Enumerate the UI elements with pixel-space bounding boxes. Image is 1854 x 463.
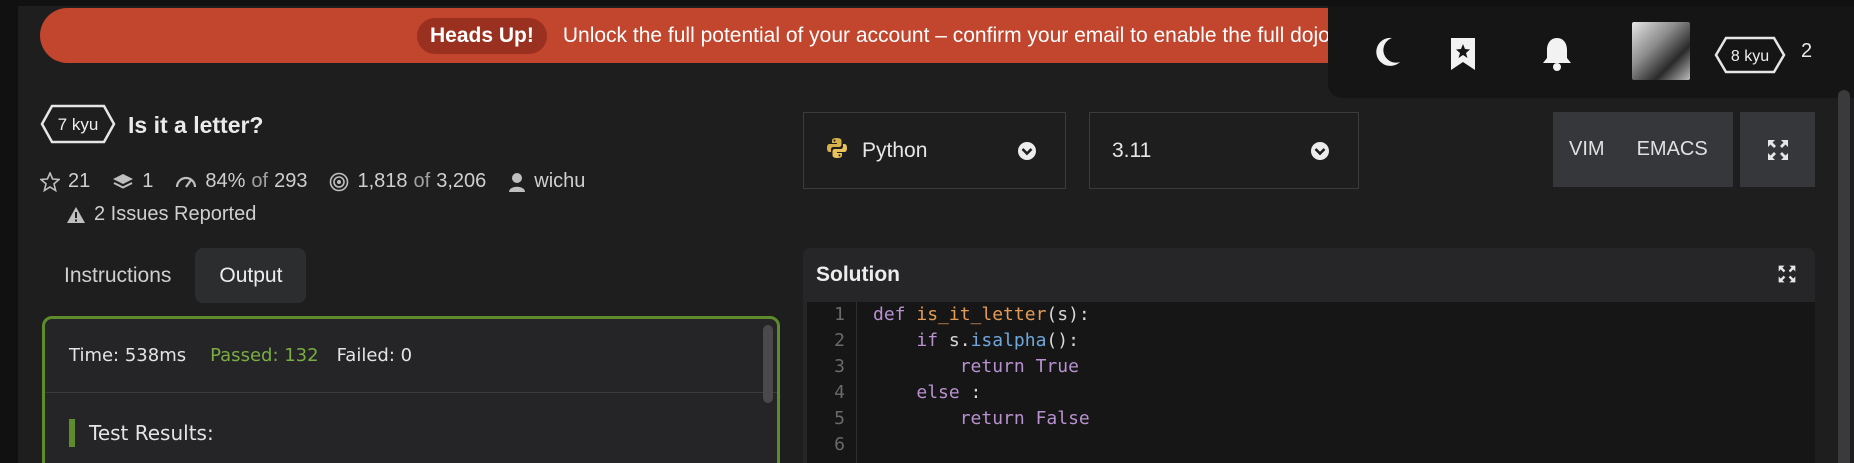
code-line[interactable]: else : [873, 380, 981, 406]
line-number: 3 [834, 356, 845, 377]
page-scrollbar[interactable] [1838, 90, 1850, 463]
editor-mode-group: VIM EMACS [1553, 112, 1733, 187]
vim-mode-button[interactable]: VIM [1553, 138, 1621, 161]
issues-reported[interactable]: 2 Issues Reported [66, 203, 256, 226]
kata-tabs: Instructions Output [40, 248, 307, 303]
layers-icon [113, 173, 134, 189]
output-panel: Time: 538ms Passed: 132 Failed: 0 Test R… [42, 316, 780, 463]
collections-stat[interactable]: 1 [112, 170, 153, 193]
passed-count: Passed: 132 [210, 345, 319, 366]
tab-instructions[interactable]: Instructions [40, 248, 195, 303]
version-select[interactable]: 3.11 [1089, 112, 1359, 189]
left-edge [0, 0, 18, 463]
user-icon [509, 172, 526, 192]
author-stat[interactable]: wichu [508, 170, 585, 193]
collections-count: 1 [142, 170, 154, 192]
completed-count: 1,818 [357, 170, 408, 192]
kata-title: Is it a letter? [128, 112, 264, 138]
kata-stats: 21 1 84% of 293 1,818 of 3,206 wichu [40, 170, 607, 193]
chevron-down-icon [1310, 141, 1330, 167]
target-icon [330, 172, 349, 191]
line-number: 1 [834, 304, 845, 325]
tab-output[interactable]: Output [195, 248, 307, 303]
completed-of: of [413, 170, 431, 192]
solution-title: Solution [816, 263, 900, 286]
test-results-heading[interactable]: Test Results: [69, 419, 214, 447]
results-status-bar [69, 419, 75, 447]
code-line[interactable]: if s.isalpha(): [873, 328, 1079, 354]
language-value: Python [862, 138, 928, 162]
line-number: 5 [834, 408, 845, 429]
user-rank-text: 8 kyu [1731, 48, 1769, 65]
output-scrollbar[interactable] [763, 325, 773, 403]
version-value: 3.11 [1112, 138, 1152, 162]
emacs-mode-button[interactable]: EMACS [1621, 138, 1724, 161]
email-confirm-banner: Heads Up! Unlock the full potential of y… [40, 8, 1440, 63]
test-summary: Time: 538ms Passed: 132 Failed: 0 [45, 319, 777, 393]
satisfaction-stat: 84% of 293 [175, 170, 307, 193]
chevron-down-icon [1017, 141, 1037, 167]
satisfaction-votes: 293 [274, 170, 308, 192]
completed-total: 3,206 [436, 170, 487, 192]
satisfaction-percent: 84% [205, 170, 246, 192]
user-rank-badge[interactable]: 8 kyu [1714, 36, 1786, 79]
kata-rank-text: 7 kyu [58, 115, 99, 134]
line-number: 6 [834, 434, 845, 455]
issues-text[interactable]: 2 Issues Reported [94, 203, 256, 226]
fullscreen-button[interactable] [1740, 112, 1815, 187]
solution-panel: Solution 1 2 3 4 5 6 def is_it_letter(s)… [803, 248, 1815, 463]
code-line[interactable]: return True [873, 354, 1079, 380]
code-line[interactable]: def is_it_letter(s): [873, 302, 1090, 328]
bell-icon[interactable] [1542, 36, 1572, 77]
expand-icon [1767, 139, 1788, 160]
banner-message[interactable]: Unlock the full potential of your accoun… [563, 24, 1343, 48]
stars-count: 21 [68, 170, 91, 192]
honor-count: 2 [1801, 40, 1813, 62]
author-name[interactable]: wichu [534, 170, 585, 193]
line-number: 4 [834, 382, 845, 403]
language-select[interactable]: Python [803, 112, 1066, 189]
bookmark-star-icon[interactable] [1448, 36, 1478, 77]
satisfaction-of: of [251, 170, 269, 192]
gauge-icon [176, 176, 197, 188]
star-icon [40, 171, 60, 192]
run-time: Time: 538ms [69, 345, 187, 366]
line-number: 2 [834, 330, 845, 351]
user-avatar[interactable] [1632, 22, 1690, 80]
heads-up-badge: Heads Up! [417, 17, 547, 54]
code-editor[interactable]: 1 2 3 4 5 6 def is_it_letter(s): if s.is… [807, 302, 1815, 463]
moon-icon[interactable] [1374, 36, 1402, 73]
stars-stat[interactable]: 21 [40, 170, 90, 193]
expand-icon[interactable] [1777, 264, 1797, 289]
warning-icon [67, 206, 85, 223]
python-icon [826, 137, 848, 165]
code-line[interactable]: return False [873, 406, 1090, 432]
failed-count: Failed: 0 [336, 345, 413, 366]
kata-rank-badge: 7 kyu [40, 104, 116, 149]
test-results-label: Test Results: [89, 421, 214, 445]
completed-stat: 1,818 of 3,206 [329, 170, 486, 193]
